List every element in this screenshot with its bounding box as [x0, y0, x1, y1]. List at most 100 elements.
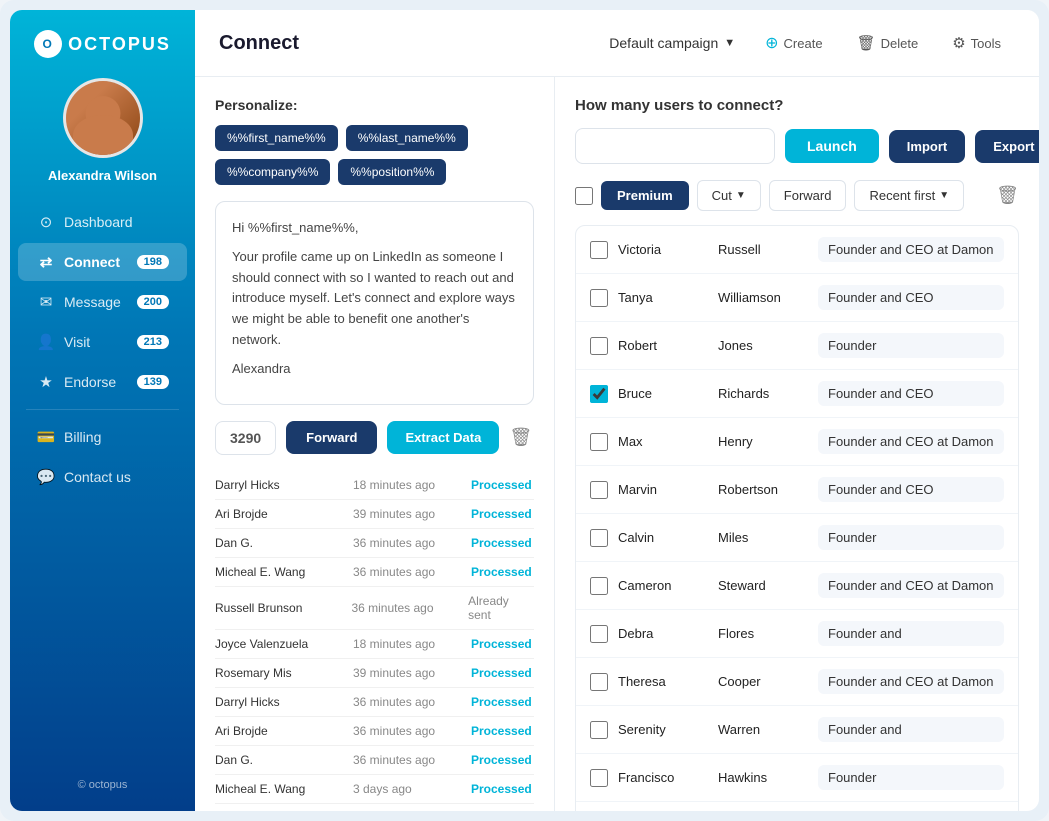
- tools-button[interactable]: ⚙ Tools: [938, 27, 1015, 59]
- user-title: Founder: [818, 333, 1004, 358]
- message-box[interactable]: Hi %%first_name%%, Your profile came up …: [215, 201, 534, 405]
- filter-forward-button[interactable]: Forward: [769, 180, 847, 211]
- log-time: 36 minutes ago: [353, 565, 463, 579]
- log-name: Rosemary Mis: [215, 666, 345, 680]
- filter-recent-button[interactable]: Recent first ▼: [854, 180, 964, 211]
- user-checkbox[interactable]: [590, 433, 608, 451]
- import-button[interactable]: Import: [889, 130, 965, 163]
- log-item: Russell Brunson 3 days ago Already sent: [215, 804, 534, 811]
- table-row: Marvin Robertson Founder and CEO: [576, 466, 1018, 514]
- log-status: Processed: [471, 637, 532, 651]
- user-checkbox[interactable]: [590, 673, 608, 691]
- table-row: Serenity Warren Founder and: [576, 706, 1018, 754]
- user-title: Founder and: [818, 621, 1004, 646]
- log-time: 39 minutes ago: [353, 507, 463, 521]
- user-checkbox[interactable]: [590, 769, 608, 787]
- user-title: Founder and CEO: [818, 477, 1004, 502]
- user-last-name: Robertson: [718, 482, 808, 497]
- user-first-name: Victoria: [618, 242, 708, 257]
- personalize-label: Personalize:: [215, 97, 534, 113]
- log-item: Russell Brunson 36 minutes ago Already s…: [215, 587, 534, 630]
- export-button[interactable]: Export: [975, 130, 1039, 163]
- user-last-name: Richards: [718, 386, 808, 401]
- action-row: 3290 Forward Extract Data 🗑: [215, 421, 534, 455]
- table-row: Max Henry Founder and CEO at Damon: [576, 418, 1018, 466]
- log-status: Processed: [471, 478, 532, 492]
- user-title: Founder and: [818, 717, 1004, 742]
- filter-cut-button[interactable]: Cut ▼: [697, 180, 761, 211]
- sidebar-item-billing[interactable]: 💳 Billing: [18, 418, 187, 456]
- table-row: Theresa Cooper Founder and CEO at Damon: [576, 658, 1018, 706]
- table-row: Wade Howard Founder: [576, 802, 1018, 811]
- message-body: Your profile came up on LinkedIn as some…: [232, 247, 517, 351]
- create-button[interactable]: ⊕ Create: [751, 26, 836, 60]
- content-area: Personalize: %%first_name%% %%last_name%…: [195, 77, 1039, 811]
- log-name: Ari Brojde: [215, 507, 345, 521]
- left-panel: Personalize: %%first_name%% %%last_name%…: [195, 77, 555, 811]
- user-title: Founder: [818, 765, 1004, 790]
- delete-button[interactable]: 🗑 Delete: [843, 27, 933, 59]
- message-badge: 200: [137, 295, 169, 309]
- tag-company[interactable]: %%company%%: [215, 159, 330, 185]
- user-checkbox[interactable]: [590, 529, 608, 547]
- user-checkbox[interactable]: [590, 385, 608, 403]
- tag-position[interactable]: %%position%%: [338, 159, 446, 185]
- user-checkbox[interactable]: [590, 337, 608, 355]
- user-checkbox[interactable]: [590, 241, 608, 259]
- filter-premium-button[interactable]: Premium: [601, 181, 689, 210]
- dashboard-icon: ⊙: [36, 213, 56, 231]
- sidebar-item-visit[interactable]: 👤 Visit 213: [18, 323, 187, 361]
- user-last-name: Henry: [718, 434, 808, 449]
- user-last-name: Miles: [718, 530, 808, 545]
- log-name: Dan G.: [215, 753, 345, 767]
- connect-badge: 198: [137, 255, 169, 269]
- sidebar-item-contact[interactable]: 💬 Contact us: [18, 458, 187, 496]
- visit-badge: 213: [137, 335, 169, 349]
- sidebar-item-dashboard[interactable]: ⊙ Dashboard: [18, 203, 187, 241]
- sidebar-item-message[interactable]: ✉ Message 200: [18, 283, 187, 321]
- user-title: Founder and CEO: [818, 381, 1004, 406]
- log-time: 18 minutes ago: [353, 478, 463, 492]
- user-checkbox[interactable]: [590, 481, 608, 499]
- user-last-name: Williamson: [718, 290, 808, 305]
- user-first-name: Debra: [618, 626, 708, 641]
- forward-button[interactable]: Forward: [286, 421, 377, 454]
- log-item: Darryl Hicks 36 minutes ago Processed: [215, 688, 534, 717]
- extract-data-button[interactable]: Extract Data: [387, 421, 499, 454]
- user-title: Founder and CEO at Damon: [818, 669, 1004, 694]
- log-time: 36 minutes ago: [351, 601, 460, 615]
- log-name: Ari Brojde: [215, 724, 345, 738]
- log-name: Darryl Hicks: [215, 478, 345, 492]
- user-title: Founder and CEO at Damon: [818, 573, 1004, 598]
- user-first-name: Max: [618, 434, 708, 449]
- header: Connect Default campaign ▼ ⊕ Create 🗑 De…: [195, 10, 1039, 77]
- filter-trash-button[interactable]: 🗑: [996, 185, 1019, 206]
- user-checkbox[interactable]: [590, 289, 608, 307]
- connect-icon: ⇄: [36, 253, 56, 271]
- log-status: Processed: [471, 536, 532, 550]
- select-all-checkbox[interactable]: [575, 187, 593, 205]
- right-panel: How many users to connect? Launch Import…: [555, 77, 1039, 811]
- launch-button[interactable]: Launch: [785, 129, 879, 163]
- user-checkbox[interactable]: [590, 721, 608, 739]
- user-last-name: Jones: [718, 338, 808, 353]
- log-item: Darryl Hicks 18 minutes ago Processed: [215, 471, 534, 500]
- cut-chevron-icon: ▼: [736, 190, 746, 201]
- tag-first-name[interactable]: %%first_name%%: [215, 125, 338, 151]
- campaign-selector[interactable]: Default campaign ▼: [609, 35, 735, 51]
- user-checkbox[interactable]: [590, 625, 608, 643]
- connect-count-input[interactable]: [575, 128, 775, 164]
- log-item: Ari Brojde 39 minutes ago Processed: [215, 500, 534, 529]
- table-row: Victoria Russell Founder and CEO at Damo…: [576, 226, 1018, 274]
- filter-row: Premium Cut ▼ Forward Recent first ▼ 🗑: [575, 180, 1019, 211]
- sidebar: O OCTOPUS Alexandra Wilson ⊙ Dashboard ⇄…: [10, 10, 195, 811]
- user-checkbox[interactable]: [590, 577, 608, 595]
- log-status: Processed: [471, 782, 532, 796]
- log-time: 18 minutes ago: [353, 637, 463, 651]
- tag-last-name[interactable]: %%last_name%%: [346, 125, 468, 151]
- delete-action-button[interactable]: 🗑: [509, 427, 532, 448]
- sidebar-item-connect[interactable]: ⇄ Connect 198: [18, 243, 187, 281]
- message-icon: ✉: [36, 293, 56, 311]
- sidebar-item-endorse[interactable]: ★ Endorse 139: [18, 363, 187, 401]
- log-time: 3 days ago: [353, 782, 463, 796]
